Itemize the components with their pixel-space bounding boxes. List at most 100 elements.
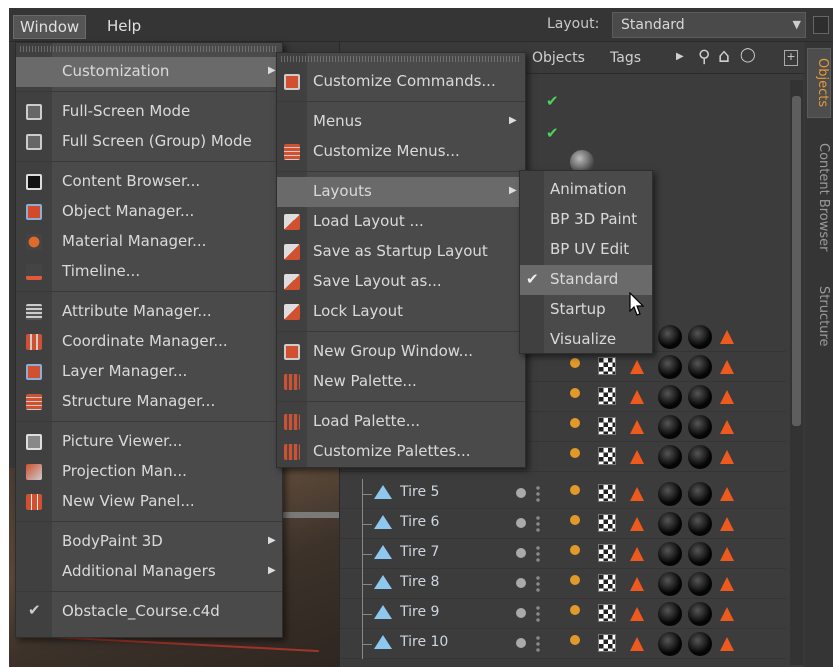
- menu-item-customize-commands[interactable]: Customize Commands...: [277, 67, 525, 97]
- menu-item-label: Customization: [62, 62, 170, 80]
- tab-structure[interactable]: Structure: [807, 274, 831, 358]
- menu-item-new-view-panel[interactable]: New View Panel...: [16, 487, 282, 517]
- object-name[interactable]: Tire 9: [400, 604, 439, 620]
- menu-item-attribute-manager[interactable]: Attribute Manager...: [16, 297, 282, 327]
- menu-item-layout-animation[interactable]: Animation: [520, 175, 652, 205]
- object-row-tire-6[interactable]: Tire 6: [340, 509, 786, 539]
- window-corner-icon[interactable]: [813, 16, 829, 34]
- visibility-dot-icon[interactable]: [516, 608, 526, 618]
- check-icon[interactable]: ✔: [546, 92, 559, 110]
- object-row-tire-5[interactable]: Tire 5: [340, 479, 786, 509]
- menu-window[interactable]: Window: [13, 15, 87, 39]
- menu-item-load-layout[interactable]: Load Layout ...: [277, 207, 525, 237]
- texture-tag-icon: [598, 447, 616, 465]
- menu-item-layout-bp-uv-edit[interactable]: BP UV Edit: [520, 235, 652, 265]
- object-name[interactable]: Tire 5: [400, 484, 439, 500]
- customize-menus-icon: [284, 144, 300, 160]
- warning-tag-icon: [720, 637, 734, 651]
- menu-item-timeline[interactable]: Timeline...: [16, 257, 282, 287]
- object-name[interactable]: Tire 6: [400, 514, 439, 530]
- menu-item-material-manager[interactable]: Material Manager...: [16, 227, 282, 257]
- layout-dropdown-value: Standard: [621, 17, 685, 33]
- menu-item-layout-standard[interactable]: ✔ Standard: [520, 265, 652, 295]
- search-icon[interactable]: ⚲: [698, 47, 710, 67]
- material-tag-icon: [658, 325, 682, 349]
- menu-item-save-startup-layout[interactable]: Save as Startup Layout: [277, 237, 525, 267]
- visibility-dot-icon[interactable]: [516, 638, 526, 648]
- tags-menu[interactable]: Tags: [610, 50, 641, 66]
- render-dots-icon[interactable]: [536, 485, 540, 503]
- cone-tag-icon: [630, 637, 644, 651]
- object-name[interactable]: Tire 8: [400, 574, 439, 590]
- visibility-dot-icon[interactable]: [516, 578, 526, 588]
- menu-item-coordinate-manager[interactable]: Coordinate Manager...: [16, 327, 282, 357]
- objects-menu[interactable]: Objects: [532, 50, 585, 66]
- menu-item-bodypaint-3d[interactable]: BodyPaint 3D ▶: [16, 527, 282, 557]
- menu-help[interactable]: Help: [101, 15, 147, 37]
- render-dots-icon[interactable]: [536, 575, 540, 593]
- texture-tag-icon: [598, 514, 616, 532]
- menu-item-layer-manager[interactable]: Layer Manager...: [16, 357, 282, 387]
- object-row-tire-8[interactable]: Tire 8: [340, 569, 786, 599]
- tear-off-strip[interactable]: [20, 46, 278, 52]
- menu-item-label: Startup: [550, 300, 606, 318]
- menu-item-label: BodyPaint 3D: [62, 532, 163, 550]
- object-name[interactable]: Tire 7: [400, 544, 439, 560]
- tree-branch: [362, 554, 372, 555]
- menu-item-label: Load Layout ...: [313, 212, 424, 230]
- viewport-axis-line: [49, 635, 319, 653]
- menu-item-obstacle-course[interactable]: ✔ Obstacle_Course.c4d: [16, 597, 282, 627]
- menu-item-structure-manager[interactable]: Structure Manager...: [16, 387, 282, 417]
- menu-item-layout-visualize[interactable]: Visualize: [520, 325, 652, 355]
- eye-icon[interactable]: ◯: [740, 47, 756, 63]
- render-dots-icon[interactable]: [536, 605, 540, 623]
- material-tag-icon: [658, 632, 682, 656]
- menu-separator: [16, 161, 282, 162]
- menu-item-load-palette[interactable]: Load Palette...: [277, 407, 525, 437]
- render-dots-icon[interactable]: [536, 635, 540, 653]
- new-panel-icon[interactable]: +: [784, 50, 798, 66]
- material-tag-icon: [658, 572, 682, 596]
- visibility-dot-icon[interactable]: [516, 488, 526, 498]
- menu-item-layout-bp-3d-paint[interactable]: BP 3D Paint: [520, 205, 652, 235]
- object-row-tire-10[interactable]: Tire 10: [340, 629, 786, 659]
- material-tag-icon: [688, 445, 712, 469]
- menu-item-object-manager[interactable]: Object Manager...: [16, 197, 282, 227]
- menu-item-full-screen-group-mode[interactable]: Full Screen (Group) Mode: [16, 127, 282, 157]
- menu-item-new-palette[interactable]: New Palette...: [277, 367, 525, 397]
- object-name[interactable]: Tire 10: [400, 634, 448, 650]
- layout-dropdown[interactable]: Standard ▼: [612, 12, 806, 38]
- tab-objects[interactable]: Objects: [807, 48, 831, 118]
- menu-item-picture-viewer[interactable]: Picture Viewer...: [16, 427, 282, 457]
- visibility-dot-icon[interactable]: [516, 548, 526, 558]
- scrollbar-thumb[interactable]: [792, 96, 801, 426]
- menu-item-customize-menus[interactable]: Customize Menus...: [277, 137, 525, 167]
- submenu-arrow-icon: ▶: [268, 65, 276, 76]
- menu-item-layouts[interactable]: Layouts ▶: [277, 177, 525, 207]
- object-row-tire-7[interactable]: Tire 7: [340, 539, 786, 569]
- menu-item-additional-managers[interactable]: Additional Managers ▶: [16, 557, 282, 587]
- cone-tag-icon: [630, 607, 644, 621]
- texture-tag-icon: [598, 634, 616, 652]
- menu-item-content-browser[interactable]: Content Browser...: [16, 167, 282, 197]
- menu-item-customize-palettes[interactable]: Customize Palettes...: [277, 437, 525, 467]
- object-row-tire-9[interactable]: Tire 9: [340, 599, 786, 629]
- visibility-dot-icon[interactable]: [516, 518, 526, 528]
- tear-off-strip[interactable]: [281, 56, 521, 62]
- render-dots-icon[interactable]: [536, 515, 540, 533]
- menu-item-menus[interactable]: Menus ▶: [277, 107, 525, 137]
- menu-item-projection-manager[interactable]: Projection Man...: [16, 457, 282, 487]
- play-arrow-icon[interactable]: ▶: [676, 51, 684, 62]
- home-icon[interactable]: ⌂: [718, 45, 730, 67]
- submenu-arrow-icon: ▶: [268, 565, 276, 576]
- check-icon[interactable]: ✔: [546, 124, 559, 142]
- menu-item-new-group-window[interactable]: New Group Window...: [277, 337, 525, 367]
- tab-content-browser[interactable]: Content Browser: [807, 132, 831, 262]
- render-dots-icon[interactable]: [536, 545, 540, 563]
- texture-tag-icon: [598, 417, 616, 435]
- menu-item-save-layout-as[interactable]: Save Layout as...: [277, 267, 525, 297]
- menu-item-lock-layout[interactable]: Lock Layout: [277, 297, 525, 327]
- menu-item-customization[interactable]: Customization ▶: [16, 57, 282, 87]
- object-list-scrollbar[interactable]: [790, 80, 803, 665]
- menu-item-full-screen-mode[interactable]: Full-Screen Mode: [16, 97, 282, 127]
